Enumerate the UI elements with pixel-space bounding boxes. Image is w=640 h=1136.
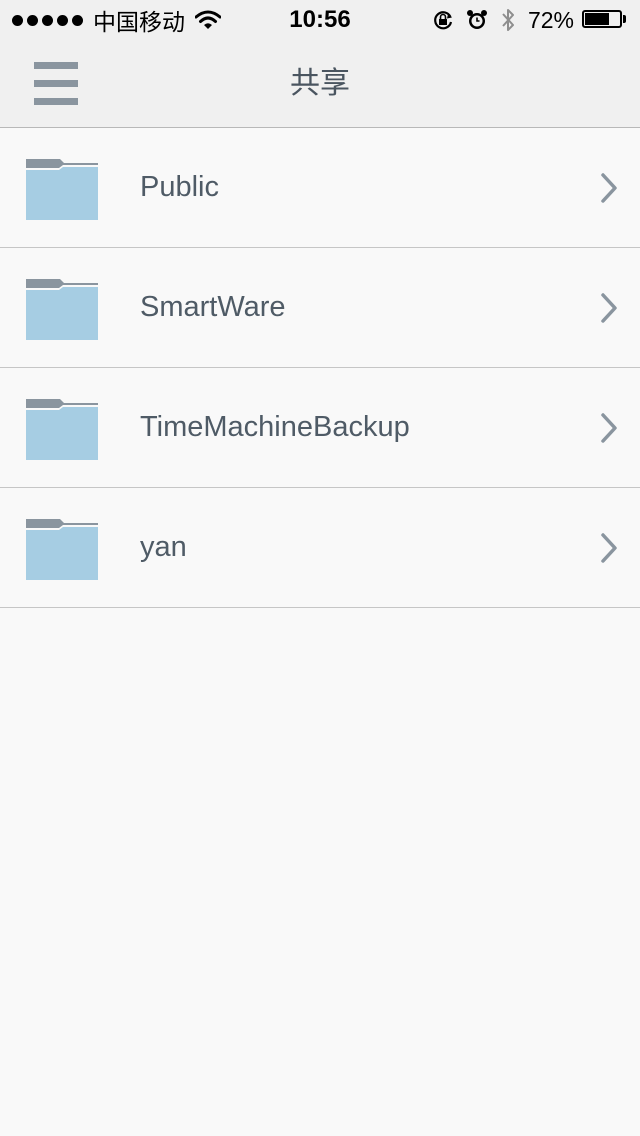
- folder-row-public[interactable]: Public: [0, 128, 640, 248]
- folder-name: SmartWare: [140, 291, 286, 323]
- folder-icon: [26, 519, 98, 580]
- status-right: 72%: [420, 0, 628, 40]
- folder-icon: [26, 279, 98, 340]
- chevron-right-icon: [601, 533, 617, 563]
- folder-row-yan[interactable]: yan: [0, 488, 640, 608]
- battery-icon: [582, 10, 628, 30]
- battery-percentage: 72%: [527, 6, 574, 33]
- folder-list: Public SmartWare TimeMachineBackup yan: [0, 128, 640, 608]
- folder-icon: [26, 159, 98, 220]
- folder-row-smartware[interactable]: SmartWare: [0, 248, 640, 368]
- folder-row-timemachinebackup[interactable]: TimeMachineBackup: [0, 368, 640, 488]
- page-title: 共享: [290, 66, 350, 101]
- chevron-right-icon: [601, 173, 617, 203]
- status-bar: 中国移动 10:56 72%: [0, 0, 640, 40]
- bluetooth-icon: [502, 9, 514, 31]
- alarm-icon: [466, 10, 487, 29]
- navigation-bar: 共享: [0, 40, 640, 128]
- folder-name: TimeMachineBackup: [140, 411, 410, 443]
- chevron-right-icon: [601, 413, 617, 443]
- chevron-right-icon: [601, 293, 617, 323]
- folder-name: Public: [140, 171, 219, 203]
- folder-icon: [26, 399, 98, 460]
- rotation-lock-icon: [434, 11, 453, 30]
- folder-name: yan: [140, 531, 187, 563]
